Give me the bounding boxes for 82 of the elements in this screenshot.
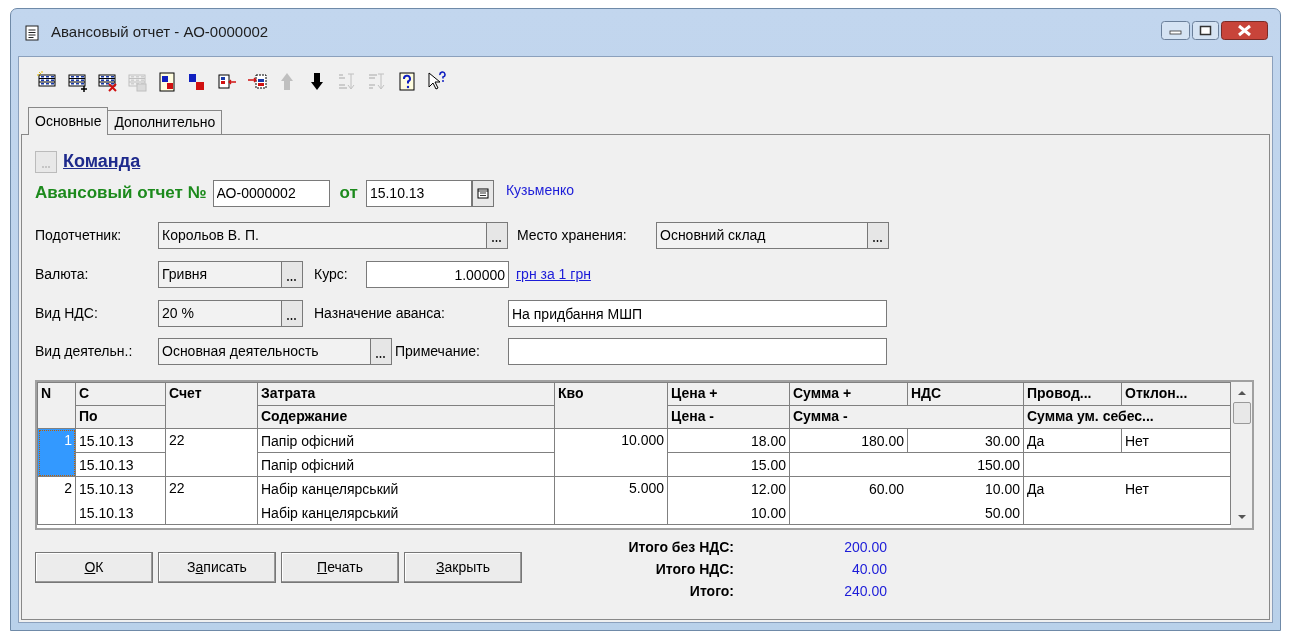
ellipsis-button[interactable]: [370, 339, 391, 364]
field-label: Вид деятельн.:: [35, 342, 134, 361]
field-label: Валюта:: [35, 265, 90, 284]
document-icon: [25, 24, 39, 41]
vat-type-field[interactable]: 20 %: [158, 300, 303, 327]
document-label: Авансовый отчет №: [35, 182, 207, 205]
field-label: Назначение аванса:: [314, 304, 446, 323]
table-cell: 60.00: [789, 476, 908, 501]
document-number-field[interactable]: АО-0000002: [212, 179, 330, 207]
column-header[interactable]: N: [37, 382, 76, 429]
total-value: 200.00: [843, 538, 887, 557]
help-icon[interactable]: [397, 70, 418, 92]
ellipsis-button[interactable]: [281, 262, 302, 287]
table-cell: 10.000: [554, 428, 668, 477]
table-cell: 18.00: [667, 428, 790, 453]
total-label: Итого без НДС:: [627, 538, 734, 557]
dialog-button[interactable]: Записать: [158, 552, 276, 583]
table-cell: Да: [1023, 476, 1122, 501]
maximize-button[interactable]: [1192, 21, 1219, 40]
ellipsis-button[interactable]: [867, 223, 888, 248]
pointer-help-icon[interactable]: [427, 70, 448, 92]
table-cell: 5.000: [554, 476, 668, 525]
table-cell: 22: [165, 428, 258, 477]
total-label: Итого:: [688, 582, 734, 601]
column-header[interactable]: Цена +: [667, 382, 790, 406]
row-number-cell[interactable]: 2: [37, 476, 76, 525]
column-header[interactable]: Цена -: [667, 405, 790, 429]
field-label: Место хранения:: [517, 226, 628, 245]
total-value: 40.00: [850, 560, 887, 579]
column-header[interactable]: С: [75, 382, 166, 406]
author-name: Кузьменко: [505, 180, 574, 200]
table-cell: 15.10.13: [75, 428, 166, 453]
tab[interactable]: Основные: [28, 107, 109, 135]
date-label: от: [339, 182, 358, 205]
table-cell: 10.00: [667, 500, 790, 525]
dialog-button[interactable]: Закрыть: [404, 552, 522, 583]
note-field[interactable]: [508, 338, 887, 365]
table-cell: 22: [165, 476, 258, 525]
column-header[interactable]: Сумма +: [789, 382, 908, 406]
purpose-field[interactable]: На придбання МШП: [508, 300, 887, 327]
column-header[interactable]: Кво: [554, 382, 668, 429]
column-header[interactable]: Провод...: [1023, 382, 1122, 406]
table-cell: 30.00: [907, 428, 1024, 453]
column-header[interactable]: Затрата: [257, 382, 555, 406]
tab[interactable]: Дополнительно: [108, 110, 223, 134]
field-label: Вид НДС:: [35, 304, 99, 323]
column-header[interactable]: НДС: [907, 382, 1024, 406]
column-header[interactable]: Счет: [165, 382, 258, 429]
table-cell: 15.00: [667, 452, 790, 477]
date-field[interactable]: 15.10.13: [365, 179, 472, 207]
field-label: Курс:: [314, 265, 349, 284]
table-cell: Да: [1023, 428, 1122, 453]
column-header[interactable]: Отклон...: [1121, 382, 1231, 406]
currency-field[interactable]: Гривня: [158, 261, 303, 288]
scroll-thumb[interactable]: [1232, 402, 1251, 424]
exchange-rate-field[interactable]: 1.00000: [366, 261, 509, 288]
warehouse-field[interactable]: Основний склад: [656, 222, 889, 249]
total-value: 240.00: [843, 582, 887, 601]
window-title: Авансовый отчет - АО-0000002: [51, 22, 269, 43]
scrollbar[interactable]: [1231, 382, 1252, 528]
accountable-field[interactable]: Корольов В. П.: [158, 222, 508, 249]
table-cell: 150.00: [789, 452, 1024, 477]
table-cell: 50.00: [789, 500, 1024, 525]
ellipsis-button[interactable]: [486, 223, 507, 248]
column-header[interactable]: Сумма -: [789, 405, 1024, 429]
column-header[interactable]: Сумма ум. себес...: [1023, 405, 1231, 429]
calendar-button[interactable]: [471, 179, 494, 207]
table-cell: Нет: [1121, 428, 1231, 453]
dialog-button[interactable]: ОК: [35, 552, 153, 583]
activity-field[interactable]: Основная деятельность: [158, 338, 392, 365]
table-cell: 180.00: [789, 428, 908, 453]
currency-unit-link[interactable]: грн за 1 грн: [516, 264, 591, 285]
dialog-button[interactable]: Печать: [281, 552, 399, 583]
field-label: Подотчетник:: [35, 226, 123, 245]
field-label: Примечание:: [395, 342, 481, 361]
ellipsis-button[interactable]: [281, 301, 302, 326]
command-link[interactable]: Команда: [63, 148, 141, 175]
document-debit-credit-icon[interactable]: [157, 70, 178, 92]
table-cell: Папір офісний: [257, 428, 555, 453]
close-button[interactable]: [1221, 21, 1268, 40]
total-label: Итого НДС:: [654, 560, 734, 579]
column-header[interactable]: Содержание: [257, 405, 555, 429]
